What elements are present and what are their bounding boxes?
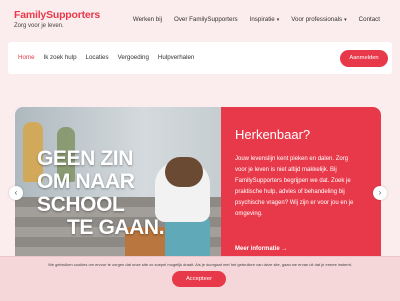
carousel-next-button[interactable]: › — [373, 186, 387, 200]
hero-carousel: GEEN ZIN OM NAAR SCHOOL TE GAAN. Herkenb… — [15, 107, 381, 275]
photo-girl-hair — [165, 157, 203, 187]
nav-locaties[interactable]: Locaties — [86, 54, 109, 61]
cookie-banner: We gebruiken cookies om ervoor te zorgen… — [0, 256, 400, 301]
slogan-line-2: OM NAAR — [37, 170, 135, 193]
nav-vergoeding[interactable]: Vergoeding — [118, 54, 149, 61]
chevron-down-icon: ▾ — [344, 17, 347, 23]
topnav-over[interactable]: Over FamilySupporters — [174, 16, 238, 23]
topnav-professionals[interactable]: Voor professionals ▾ — [291, 16, 346, 23]
topnav-inspiratie-label: Inspiratie — [249, 16, 275, 23]
more-info-link[interactable]: Meer informatie → — [235, 246, 287, 252]
arrow-right-icon: → — [281, 246, 288, 252]
hero-body: Jouw levenslijn kent pieken en dalen. Zo… — [235, 156, 354, 217]
logo[interactable]: FamilySupporters Zorg voor je leven. — [14, 10, 100, 30]
topnav-contact[interactable]: Contact — [359, 16, 380, 23]
topnav-werken-bij[interactable]: Werken bij — [133, 16, 162, 23]
topnav-professionals-label: Voor professionals — [291, 16, 343, 23]
top-bar: FamilySupporters Zorg voor je leven. Wer… — [0, 0, 400, 40]
nav-ik-zoek-hulp[interactable]: Ik zoek hulp — [44, 54, 77, 61]
main-nav-bar: Home Ik zoek hulp Locaties Vergoeding Hu… — [8, 42, 392, 74]
chevron-right-icon: › — [378, 188, 382, 197]
hero-title: Herkenbaar? — [235, 127, 311, 142]
logo-tagline: Zorg voor je leven. — [14, 23, 64, 29]
nav-hulpverhalen[interactable]: Hulpverhalen — [158, 54, 194, 61]
more-info-label: Meer informatie — [235, 246, 280, 252]
main-nav: Home Ik zoek hulp Locaties Vergoeding Hu… — [18, 54, 194, 61]
slogan-line-4: TE GAAN. — [67, 216, 165, 239]
hero-slogan: GEEN ZIN OM NAAR SCHOOL TE GAAN. — [37, 147, 165, 239]
cookie-text: We gebruiken cookies om ervoor te zorgen… — [48, 262, 352, 267]
top-nav: Werken bij Over FamilySupporters Inspira… — [133, 16, 380, 23]
cookie-accept-button[interactable]: Accepteer — [172, 271, 226, 287]
logo-brand: FamilySupporters — [14, 9, 101, 21]
chevron-left-icon: ‹ — [14, 188, 18, 197]
chevron-down-icon: ▾ — [276, 17, 280, 23]
topnav-inspiratie[interactable]: Inspiratie ▾ — [250, 16, 280, 23]
carousel-prev-button[interactable]: ‹ — [9, 186, 23, 200]
nav-home[interactable]: Home — [18, 54, 35, 61]
hero-info-panel: Herkenbaar? Jouw levenslijn kent pieken … — [221, 107, 381, 275]
login-button[interactable]: Aanmelden — [340, 50, 388, 67]
slogan-line-1: GEEN ZIN — [37, 147, 133, 170]
slogan-line-3: SCHOOL — [37, 193, 125, 216]
hero-photo: GEEN ZIN OM NAAR SCHOOL TE GAAN. — [15, 107, 230, 275]
